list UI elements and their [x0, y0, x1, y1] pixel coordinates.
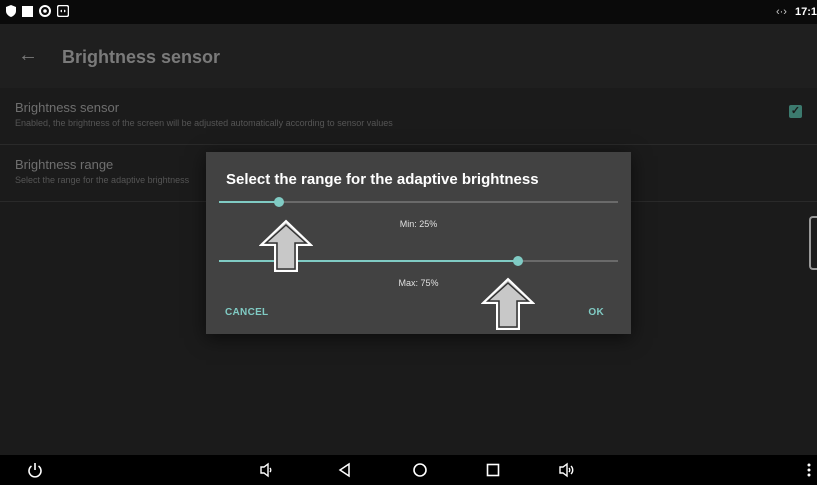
min-brightness-slider[interactable]	[219, 195, 618, 209]
home-icon	[413, 463, 427, 477]
recents-button[interactable]	[478, 455, 508, 485]
slider-thumb[interactable]	[273, 197, 284, 207]
ok-button[interactable]: OK	[588, 307, 604, 318]
back-button[interactable]	[330, 455, 360, 485]
dialog-title: Select the range for the adaptive bright…	[226, 171, 539, 188]
home-button[interactable]	[405, 455, 435, 485]
annotation-arrow-up-icon	[259, 219, 313, 272]
power-icon	[28, 463, 42, 478]
eye-icon	[39, 5, 51, 17]
cancel-button[interactable]: CANCEL	[225, 307, 268, 318]
checkbox-checked-icon[interactable]: ✓	[789, 105, 802, 118]
pref-summary: Enabled, the brightness of the screen wi…	[15, 118, 393, 128]
page-title: Brightness sensor	[62, 47, 221, 67]
app-bar: ← Brightness sensor	[0, 24, 817, 88]
square-icon	[22, 5, 33, 17]
status-right: ‹·› 17:1	[776, 6, 817, 18]
pref-brightness-sensor[interactable]: Brightness sensor Enabled, the brightnes…	[0, 88, 817, 145]
teamviewer-icon	[57, 5, 69, 17]
signal-icon: ‹·›	[775, 6, 787, 18]
slider-thumb[interactable]	[513, 256, 524, 266]
volume-up-button[interactable]	[552, 455, 582, 485]
back-icon	[338, 462, 350, 478]
max-value-label: Max: 75%	[398, 278, 439, 288]
back-arrow-icon[interactable]: ←	[18, 44, 38, 67]
annotation-arrow-up-icon	[481, 277, 535, 330]
status-bar: ‹·› 17:1	[0, 0, 817, 24]
recents-icon	[486, 463, 500, 477]
clock: 17:1	[794, 6, 817, 18]
status-icons	[6, 5, 69, 17]
side-panel-handle[interactable]	[809, 216, 817, 270]
power-button[interactable]	[20, 455, 50, 485]
volume-down-button[interactable]	[252, 455, 282, 485]
pref-title: Brightness sensor	[15, 100, 120, 115]
volume-down-icon	[260, 462, 272, 478]
volume-up-icon	[559, 462, 574, 478]
more-icon	[807, 463, 810, 477]
slider-fill	[219, 201, 279, 203]
shield-icon	[6, 5, 16, 17]
pref-summary: Select the range for the adaptive bright…	[15, 175, 190, 185]
more-button[interactable]	[800, 455, 817, 485]
navigation-bar	[0, 455, 817, 485]
pref-title: Brightness range	[15, 157, 114, 172]
